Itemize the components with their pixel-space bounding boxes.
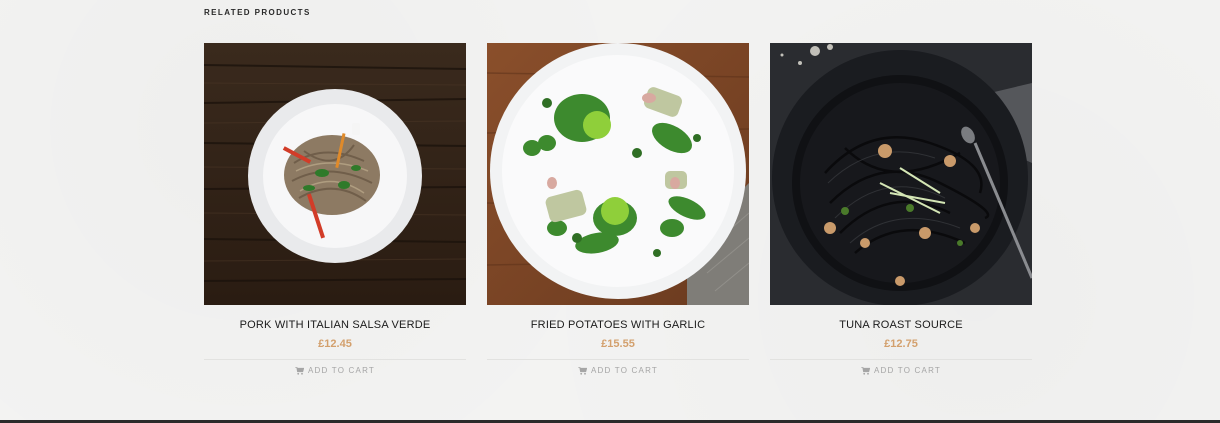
product-name[interactable]: PORK WITH ITALIAN SALSA VERDE — [204, 318, 466, 332]
related-products-list: PORK WITH ITALIAN SALSA VERDE £12.45 ADD… — [204, 43, 1032, 380]
divider — [487, 359, 749, 360]
add-to-cart-button[interactable]: ADD TO CART — [295, 365, 375, 377]
greens-plate-photo — [487, 43, 749, 305]
product-price: £15.55 — [601, 338, 635, 350]
product-image-link[interactable] — [770, 43, 1032, 305]
cart-icon — [861, 367, 870, 375]
related-products-heading: RELATED PRODUCTS — [204, 8, 311, 17]
add-to-cart-button[interactable]: ADD TO CART — [578, 365, 658, 377]
divider — [770, 359, 1032, 360]
product-card: PORK WITH ITALIAN SALSA VERDE £12.45 ADD… — [204, 43, 466, 380]
product-card: FRIED POTATOES WITH GARLIC £15.55 ADD TO… — [487, 43, 749, 380]
cart-icon — [295, 367, 304, 375]
cart-icon — [578, 367, 587, 375]
product-price: £12.75 — [884, 338, 918, 350]
divider — [204, 359, 466, 360]
add-to-cart-label: ADD TO CART — [591, 366, 658, 375]
product-image-link[interactable] — [204, 43, 466, 305]
add-to-cart-label: ADD TO CART — [308, 366, 375, 375]
noodle-plate-photo — [204, 43, 466, 305]
black-pasta-bowl-photo — [770, 43, 1032, 305]
add-to-cart-button[interactable]: ADD TO CART — [861, 365, 941, 377]
product-image-link[interactable] — [487, 43, 749, 305]
product-name[interactable]: FRIED POTATOES WITH GARLIC — [487, 318, 749, 332]
product-card: TUNA ROAST SOURCE £12.75 ADD TO CART — [770, 43, 1032, 380]
add-to-cart-label: ADD TO CART — [874, 366, 941, 375]
product-name[interactable]: TUNA ROAST SOURCE — [770, 318, 1032, 332]
product-price: £12.45 — [318, 338, 352, 350]
